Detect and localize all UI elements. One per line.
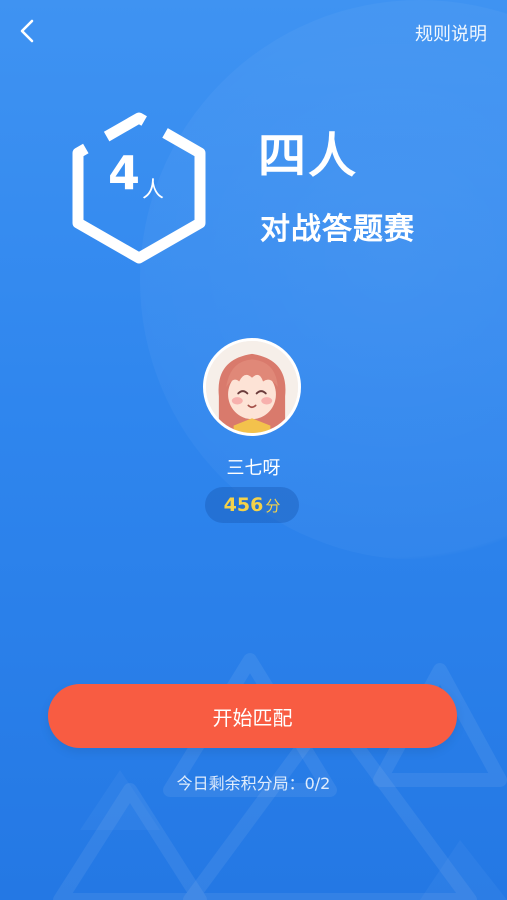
page-subtitle: 对战答题赛 (260, 212, 415, 247)
anime-girl-avatar-icon (206, 341, 298, 433)
score-unit: 分 (265, 496, 281, 515)
start-matching-button[interactable]: 开始匹配 (48, 684, 457, 748)
page-title: 四人 (258, 128, 359, 184)
chevron-left-icon (20, 19, 34, 43)
back-button[interactable] (12, 14, 42, 48)
badge-unit: 人 (142, 178, 165, 203)
avatar (203, 338, 301, 436)
badge-player-count: 4 (108, 146, 141, 200)
player-name: 三七呀 (226, 458, 281, 479)
score-badge: 456 分 (205, 487, 299, 523)
score-value: 456 (223, 494, 264, 516)
battle-lobby-screen: 规则说明 4 人 四人 对战答题赛 三七呀 456 分 开始匹配 今日剩余积分局… (0, 0, 507, 900)
rules-link[interactable]: 规则说明 (415, 20, 487, 46)
remaining-games-text: 今日剩余积分局：0/2 (176, 774, 331, 793)
